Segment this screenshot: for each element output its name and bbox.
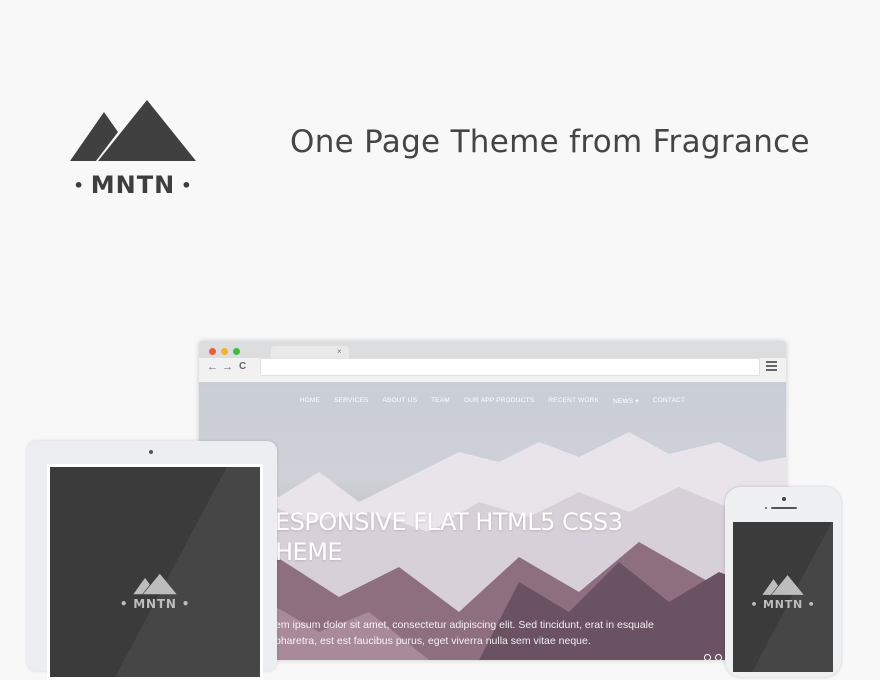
- logo-bullet-left: •: [73, 176, 85, 195]
- tablet-logo-bullet: •: [181, 597, 191, 611]
- phone-mountains-icon: [762, 575, 804, 595]
- tablet-logo-bullet: •: [119, 597, 129, 611]
- address-bar: [260, 358, 760, 376]
- tablet-mini-logo: • MNTN •: [50, 573, 260, 611]
- phone-mockup: • MNTN •: [725, 487, 841, 677]
- tab-close-icon: ×: [337, 347, 342, 356]
- site-nav-team: TEAM: [431, 397, 450, 404]
- logo-text: MNTN: [90, 171, 176, 199]
- tablet-camera-icon: [149, 450, 153, 454]
- phone-screen: • MNTN •: [733, 522, 833, 672]
- hamburger-menu-icon: [766, 361, 777, 373]
- phone-speaker-icon: [771, 507, 797, 509]
- website-hero: HOME SERVICES ABOUT US TEAM OUR APP PROD…: [199, 382, 786, 660]
- browser-mockup: × ← → C HOME SERVICES ABOUT US TEAM OUR …: [199, 341, 786, 660]
- back-arrow-icon: ←: [207, 361, 218, 373]
- site-nav-recent-work: RECENT WORK: [548, 397, 600, 404]
- site-nav-services: SERVICES: [334, 397, 369, 404]
- slider-dot: [704, 654, 711, 660]
- slider-dot: [715, 654, 722, 660]
- reload-icon: C: [239, 361, 247, 372]
- page-tagline: One Page Theme from Fragrance: [290, 124, 810, 160]
- phone-logo-bullet: •: [807, 598, 816, 611]
- phone-sensor-icon: [765, 507, 767, 509]
- site-nav-our-app-products: OUR APP PRODUCTS: [464, 397, 535, 404]
- traffic-light-minimize-icon: [221, 348, 228, 355]
- hero-title: ESPONSIVE FLAT HTML5 CSS3 HEME: [275, 508, 623, 566]
- forward-arrow-icon: →: [222, 361, 233, 373]
- phone-logo-text: MNTN: [762, 598, 804, 611]
- mntn-logo-wordmark: • MNTN •: [66, 170, 200, 201]
- tablet-logo-text: MNTN: [133, 597, 177, 611]
- tablet-mockup: • MNTN •: [27, 441, 277, 680]
- phone-mini-logo: • MNTN •: [733, 574, 833, 611]
- hero-text: em ipsum dolor sit amet, consectetur adi…: [275, 619, 654, 647]
- site-nav-contact: CONTACT: [652, 397, 686, 404]
- site-nav-about-us: ABOUT US: [382, 397, 418, 404]
- logo-bullet-right: •: [181, 176, 193, 195]
- phone-camera-icon: [782, 497, 786, 501]
- site-nav-home: HOME: [299, 397, 321, 404]
- site-nav-news: NEWS ▾: [613, 398, 639, 405]
- traffic-light-zoom-icon: [233, 348, 240, 355]
- traffic-light-close-icon: [209, 348, 216, 355]
- slider-dots: [704, 654, 722, 660]
- site-navigation: HOME SERVICES ABOUT US TEAM OUR APP PROD…: [199, 397, 786, 405]
- phone-logo-bullet: •: [750, 598, 759, 611]
- tablet-screen: • MNTN •: [47, 464, 263, 680]
- tablet-mountains-icon: [133, 573, 177, 595]
